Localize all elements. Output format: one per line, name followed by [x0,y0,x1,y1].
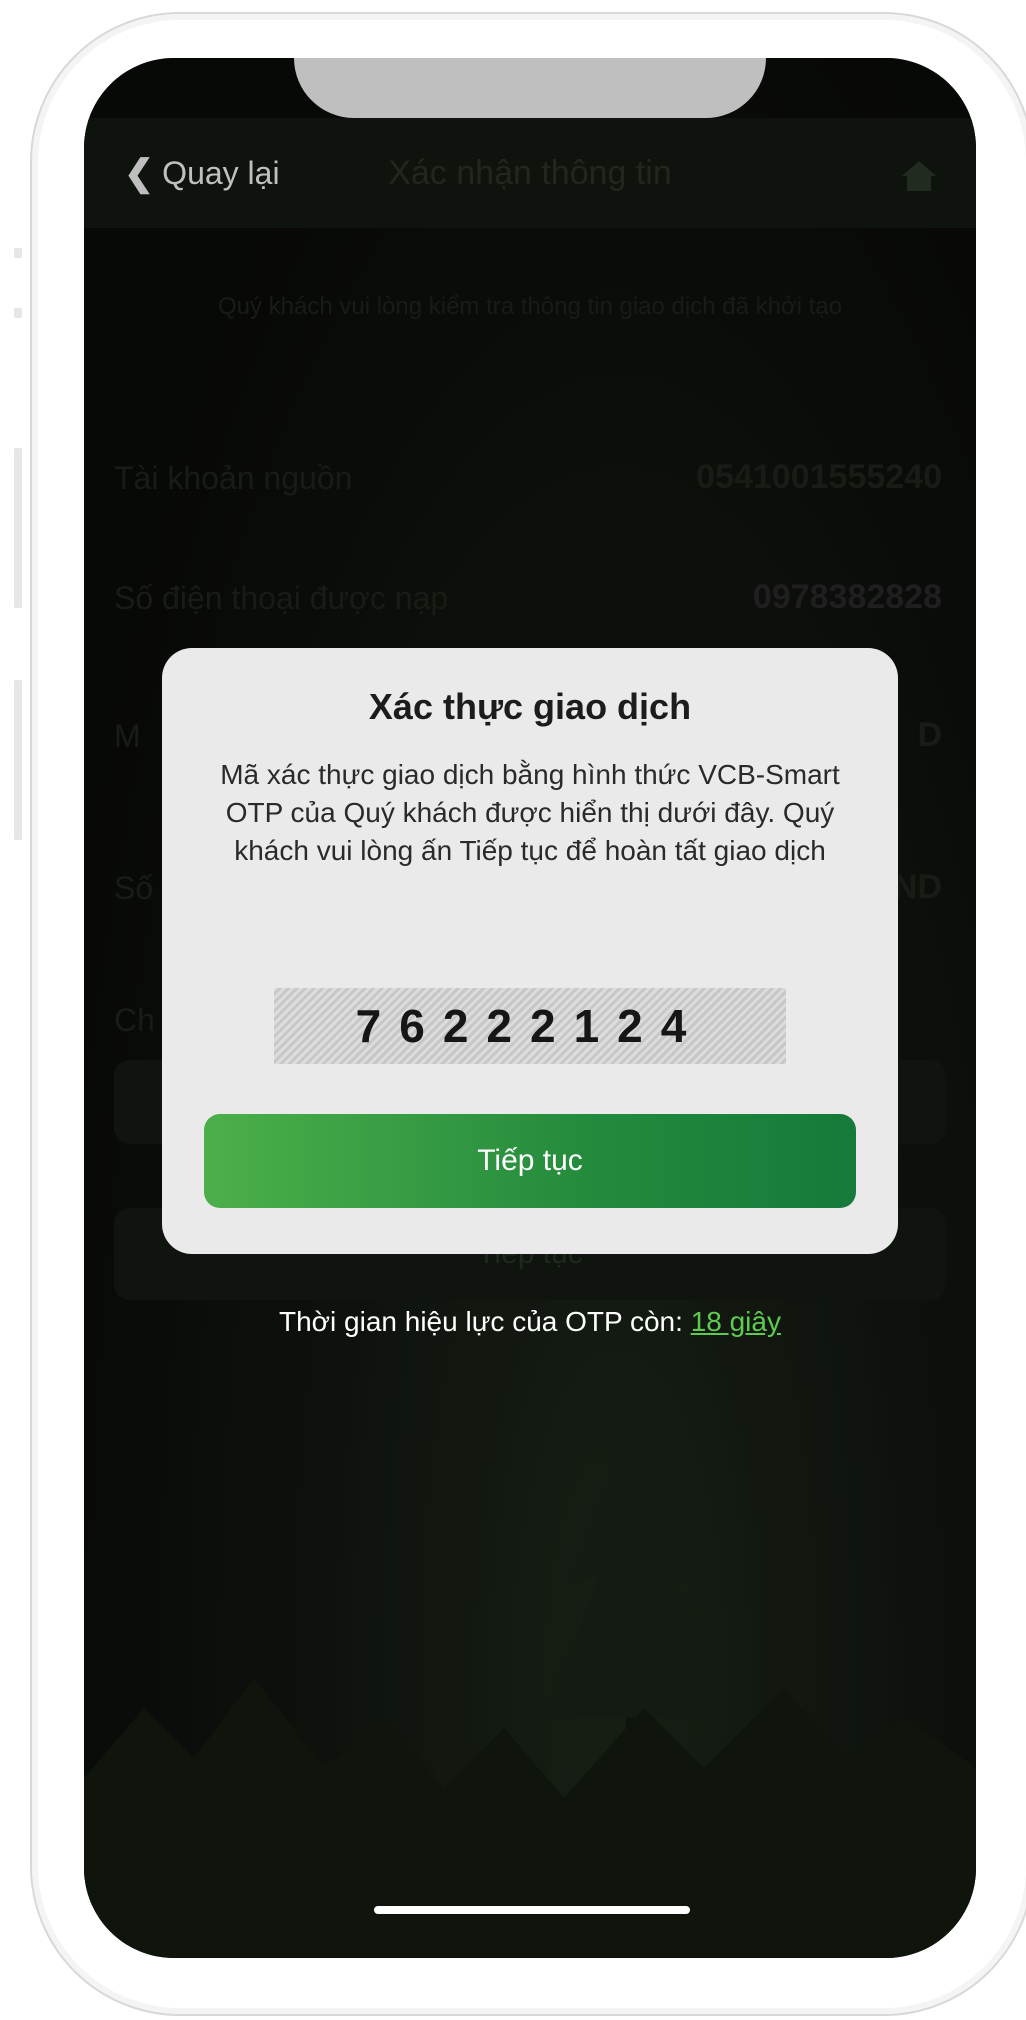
phone-screen: ❮ Quay lại Xác nhận thông tin Quý khách … [84,58,976,1958]
continue-label: Tiếp tục [477,1144,583,1177]
dialog-message: Mã xác thực giao dịch bằng hình thức VCB… [220,759,840,866]
home-indicator[interactable] [374,1906,690,1914]
phone-side-button [14,248,22,258]
otp-display: 76222124 [274,988,786,1064]
continue-button[interactable]: Tiếp tục [204,1114,856,1208]
otp-expiry-prefix: Thời gian hiệu lực của OTP còn: [279,1306,691,1337]
otp-expiry-text: Thời gian hiệu lực của OTP còn: 18 giây [84,1306,976,1338]
dialog-title: Xác thực giao dịch [368,686,692,727]
otp-dialog: Xác thực giao dịch Mã xác thực giao dịch… [162,648,898,1254]
phone-volume-button [14,680,22,840]
otp-code: 76222124 [355,1000,705,1052]
otp-remaining-time: 18 giây [690,1306,781,1337]
phone-volume-button [14,448,22,608]
phone-side-button [14,308,22,318]
